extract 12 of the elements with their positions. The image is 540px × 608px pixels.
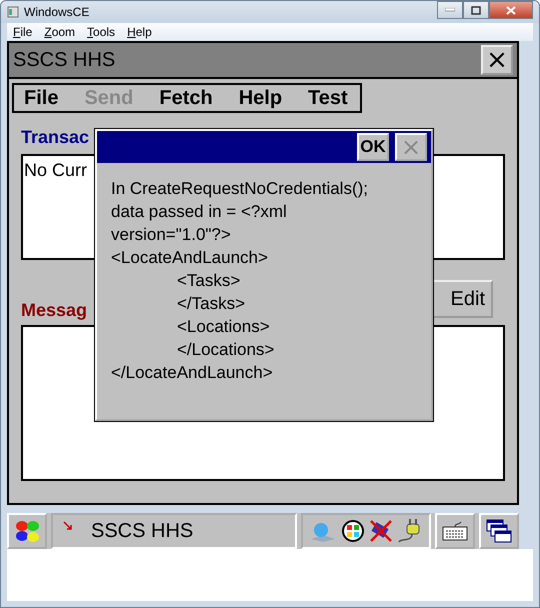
transaction-text: No Curr	[23, 159, 88, 182]
messages-label: Messag	[21, 300, 88, 321]
dialog-message-line: </Tasks>	[176, 293, 246, 315]
dialog-message-line: <LocateAndLaunch>	[111, 247, 269, 269]
transaction-label: Transac	[21, 127, 90, 148]
window-title: WindowsCE	[24, 5, 90, 19]
dialog-message: In CreateRequestNoCredentials(); data passed in = <?xml version="1.0"?>	[111, 178, 370, 246]
dialog-message-line: <Locations>	[176, 316, 271, 338]
dialog-message-line: </Locations>	[176, 339, 276, 361]
app-title: SSCS HHS	[13, 48, 116, 72]
dialog-message-line: <Tasks>	[176, 270, 242, 292]
dialog-message-line: </LocateAndLaunch>	[111, 362, 274, 384]
